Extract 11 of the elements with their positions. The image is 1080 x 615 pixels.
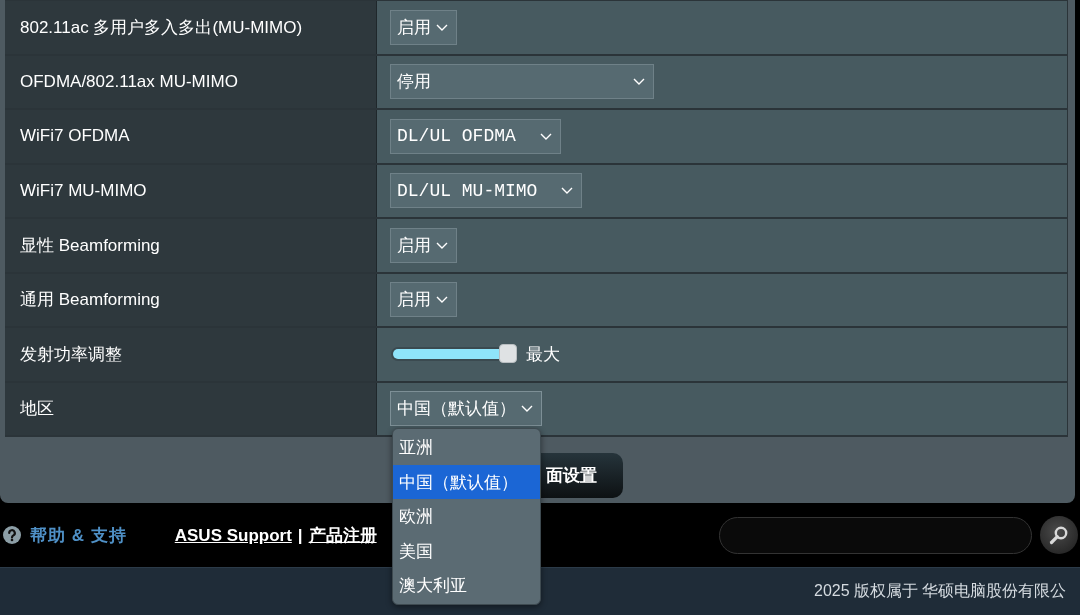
- setting-label: OFDMA/802.11ax MU-MIMO: [20, 71, 238, 92]
- setting-label: 显性 Beamforming: [20, 234, 160, 257]
- slider-reading: 最大: [526, 343, 560, 366]
- link-separator: |: [297, 525, 303, 546]
- copyright-text: 2025 版权属于 华硕电脑股份有限公: [814, 581, 1067, 601]
- setting-label: 地区: [20, 398, 54, 421]
- setting-label: 802.11ac 多用户多入多出(MU-MIMO): [20, 16, 303, 39]
- setting-label: 发射功率调整: [20, 343, 122, 366]
- setting-label: WiFi7 MU-MIMO: [20, 180, 147, 201]
- setting-label: 通用 Beamforming: [20, 289, 160, 312]
- setting-label: WiFi7 OFDMA: [20, 126, 130, 147]
